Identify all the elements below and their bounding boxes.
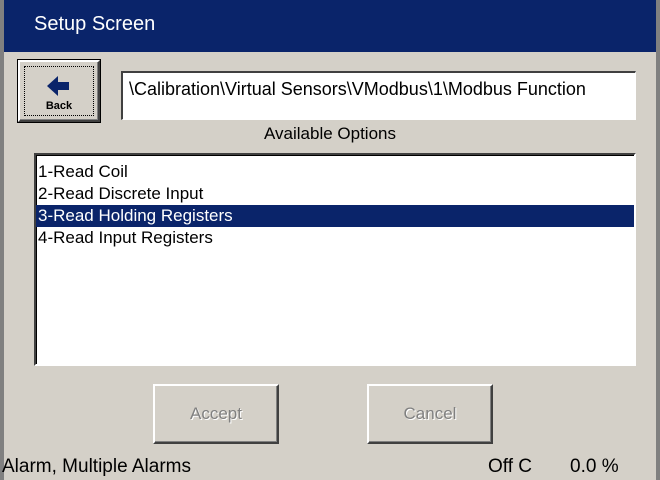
list-item[interactable]: 4-Read Input Registers	[36, 227, 634, 249]
options-listbox[interactable]: 1-Read Coil 2-Read Discrete Input 3-Read…	[34, 153, 636, 366]
list-item[interactable]: 2-Read Discrete Input	[36, 183, 634, 205]
title-bar: Setup Screen	[4, 0, 656, 52]
back-button-label: Back	[45, 100, 73, 112]
window-title: Setup Screen	[34, 13, 156, 35]
accept-button[interactable]: Accept	[153, 384, 279, 444]
list-item[interactable]: 3-Read Holding Registers	[36, 205, 634, 227]
path-display: \Calibration\Virtual Sensors\VModbus\1\M…	[121, 71, 636, 120]
alarm-status: Alarm, Multiple Alarms	[2, 456, 191, 477]
window-frame-left	[0, 0, 4, 480]
cancel-button[interactable]: Cancel	[367, 384, 493, 444]
arrow-left-icon	[47, 76, 69, 96]
sensor-reading: Off C	[488, 456, 532, 477]
available-options-heading: Available Options	[264, 124, 396, 143]
setup-screen: Setup Screen Back \Calibration\Virtual S…	[0, 0, 660, 480]
back-button[interactable]: Back	[18, 60, 100, 122]
list-item[interactable]: 1-Read Coil	[36, 161, 634, 183]
percent-reading: 0.0 %	[570, 456, 619, 477]
cancel-button-label: Cancel	[403, 404, 457, 423]
window-frame-right	[656, 0, 660, 480]
path-text: \Calibration\Virtual Sensors\VModbus\1\M…	[129, 79, 586, 99]
accept-button-label: Accept	[190, 404, 242, 423]
status-bar: Alarm, Multiple Alarms Off C 0.0 %	[0, 453, 660, 480]
